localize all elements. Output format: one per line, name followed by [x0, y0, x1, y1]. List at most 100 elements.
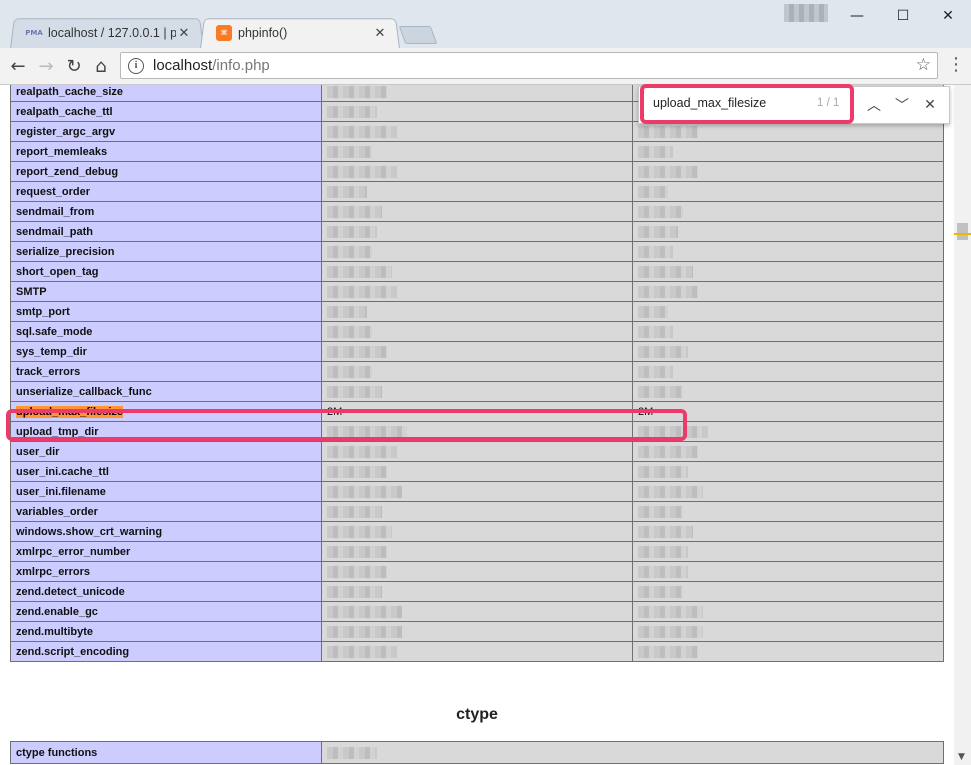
menu-icon[interactable]: ⋮ [947, 54, 965, 78]
directive-name: zend.enable_gc [10, 601, 322, 622]
tab-phpinfo[interactable]: ⌘ phpinfo() ✕ [200, 18, 400, 49]
directive-name: unserialize_callback_func [10, 381, 322, 402]
directive-name: sendmail_path [10, 221, 322, 242]
redacted-value [327, 265, 392, 278]
local-value [321, 541, 633, 562]
redacted-value [327, 565, 387, 578]
find-next-icon[interactable]: ﹀ [891, 94, 913, 116]
home-icon[interactable]: ⌂ [89, 54, 113, 78]
directive-label: register_argc_argv [16, 125, 116, 138]
redacted-value [327, 205, 382, 218]
local-value [321, 461, 633, 482]
profile-avatar[interactable] [784, 4, 828, 22]
local-value [321, 201, 633, 222]
table-row: zend.detect_unicode [10, 581, 944, 602]
table-row: report_zend_debug [10, 161, 944, 182]
redacted-value [327, 625, 402, 638]
redacted-value [638, 565, 688, 578]
directive-name: realpath_cache_ttl [10, 101, 322, 122]
redacted-value [638, 325, 673, 338]
local-value [321, 621, 633, 642]
local-value [321, 85, 633, 102]
local-value [321, 601, 633, 622]
window-close-button[interactable]: ✕ [925, 2, 971, 30]
redacted-value [638, 305, 668, 318]
redacted-value [327, 525, 392, 538]
directive-label: sendmail_from [16, 205, 95, 218]
bookmark-star-icon[interactable]: ☆ [916, 55, 931, 75]
master-value [632, 361, 944, 382]
directive-name: zend.script_encoding [10, 641, 322, 662]
close-icon[interactable]: ✕ [176, 26, 192, 41]
scroll-thumb[interactable] [957, 223, 968, 240]
table-row: zend.multibyte [10, 621, 944, 642]
redacted-value [638, 625, 703, 638]
redacted-value [638, 365, 673, 378]
redacted-value [327, 345, 387, 358]
redacted-value [327, 305, 367, 318]
directive-label: request_order [16, 185, 90, 198]
redacted-value [638, 185, 668, 198]
redacted-value [638, 225, 678, 238]
close-icon[interactable]: ✕ [372, 26, 388, 41]
info-icon[interactable]: i [128, 57, 144, 74]
redacted-value [638, 505, 683, 518]
local-value [321, 121, 633, 142]
table-row: sendmail_from [10, 201, 944, 222]
local-value [321, 241, 633, 262]
directive-label: smtp_port [16, 305, 70, 318]
table-row: short_open_tag [10, 261, 944, 282]
back-icon[interactable]: ← [6, 54, 30, 78]
master-value [632, 601, 944, 622]
maximize-button[interactable]: ☐ [880, 2, 926, 30]
directive-name: report_zend_debug [10, 161, 322, 182]
scrollbar[interactable]: ▼ [954, 85, 971, 765]
table-row: user_ini.filename [10, 481, 944, 502]
redacted-value [638, 485, 703, 498]
find-bar-highlight [640, 84, 854, 124]
reload-icon[interactable]: ↻ [62, 54, 86, 78]
master-value [632, 161, 944, 182]
forward-icon[interactable]: → [34, 54, 58, 78]
browser-toolbar: ← → ↻ ⌂ i localhost/info.php ☆ ⋮ [0, 48, 971, 85]
table-row: variables_order [10, 501, 944, 522]
redacted-value [327, 245, 372, 258]
local-value [321, 301, 633, 322]
directive-label: user_ini.filename [16, 485, 106, 498]
directive-name: SMTP [10, 281, 322, 302]
row-highlight [6, 409, 687, 441]
local-value [321, 381, 633, 402]
directive-name: realpath_cache_size [10, 85, 322, 102]
new-tab-button[interactable] [398, 26, 438, 44]
address-bar[interactable]: i localhost/info.php ☆ [120, 52, 938, 79]
directive-name: register_argc_argv [10, 121, 322, 142]
local-value [321, 501, 633, 522]
redacted-value [638, 605, 703, 618]
redacted-value [327, 645, 397, 658]
find-previous-icon[interactable]: ︿ [863, 94, 885, 116]
tab-phpmyadmin[interactable]: PMA localhost / 127.0.0.1 | php ✕ [10, 18, 204, 49]
table-row: report_memleaks [10, 141, 944, 162]
local-value [321, 181, 633, 202]
scroll-down-icon[interactable]: ▼ [958, 752, 965, 762]
local-value [321, 641, 633, 662]
table-row: xmlrpc_errors [10, 561, 944, 582]
directive-label: report_memleaks [16, 145, 108, 158]
table-row: register_argc_argv [10, 121, 944, 142]
local-value [321, 361, 633, 382]
local-value [321, 521, 633, 542]
tab-title: phpinfo() [238, 26, 288, 40]
table-row: unserialize_callback_func [10, 381, 944, 402]
directive-name: short_open_tag [10, 261, 322, 282]
redacted-value [638, 385, 683, 398]
master-value [632, 481, 944, 502]
find-match-marker [954, 233, 971, 235]
minimize-button[interactable]: — [834, 2, 880, 30]
find-close-icon[interactable]: ✕ [919, 94, 941, 116]
redacted-value [327, 545, 387, 558]
master-value [632, 521, 944, 542]
local-value [321, 101, 633, 122]
redacted-value [327, 505, 382, 518]
redacted-value [327, 285, 397, 298]
directive-name: zend.detect_unicode [10, 581, 322, 602]
